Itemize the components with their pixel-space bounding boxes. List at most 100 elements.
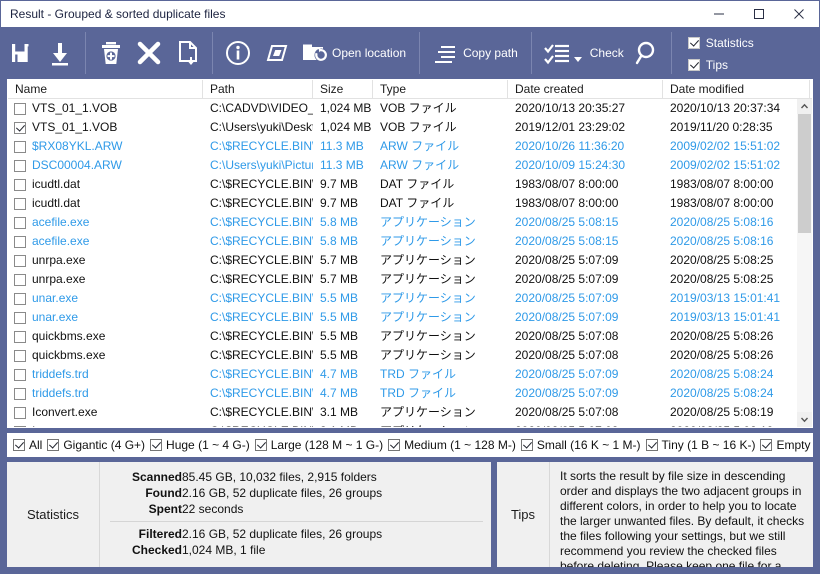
tips-checkbox-icon[interactable]	[687, 59, 700, 71]
column-header-path[interactable]: Path	[203, 80, 313, 99]
cell-name-wrap[interactable]: VTS_01_1.VOB	[8, 99, 203, 118]
cell-name-wrap[interactable]: unar.exe	[8, 308, 203, 327]
filter-huge[interactable]: Huge (1 ~ 4 G-)	[150, 438, 250, 452]
row-checkbox[interactable]	[14, 330, 26, 343]
statistics-toggle[interactable]: Statistics	[687, 36, 754, 50]
cell-name-wrap[interactable]: acefile.exe	[8, 213, 203, 232]
row-checkbox[interactable]	[14, 273, 26, 286]
file-list-body[interactable]: VTS_01_1.VOB C:\CADVD\VIDEO_TS 1,024 MB VOB…	[8, 99, 796, 427]
tips-toggle[interactable]: Tips	[687, 58, 754, 72]
filter-large[interactable]: Large (128 M ~ 1 G-)	[254, 438, 383, 452]
check-button[interactable]	[538, 31, 576, 75]
row-checkbox[interactable]	[14, 197, 26, 210]
column-header-date-created[interactable]: Date created	[508, 80, 663, 99]
cell-name-wrap[interactable]: quickbms.exe	[8, 327, 203, 346]
row-checkbox[interactable]	[14, 121, 26, 134]
minimize-button[interactable]	[699, 1, 739, 27]
table-row[interactable]: quickbms.exe C:\$RECYCLE.BIN\S-1-... 5.5 M…	[8, 327, 796, 346]
open-location-button[interactable]: Open location	[295, 31, 413, 75]
cell-name-wrap[interactable]: triddefs.trd	[8, 365, 203, 384]
cell-name-wrap[interactable]: unrpa.exe	[8, 270, 203, 289]
scroll-up-arrow-icon[interactable]	[797, 99, 812, 114]
maximize-button[interactable]	[739, 1, 779, 27]
cell-name-wrap[interactable]: quickbms.exe	[8, 346, 203, 365]
save-button[interactable]	[3, 31, 41, 75]
chevron-down-icon[interactable]	[573, 56, 582, 62]
table-row[interactable]: acefile.exe C:\$RECYCLE.BIN\S-1-... 5.8 MB…	[8, 232, 796, 251]
vertical-scrollbar[interactable]	[796, 99, 812, 427]
table-row[interactable]: Iconvert.exeC:\$RECYCLE.BIN\S-1-...3.1 M…	[8, 403, 796, 422]
table-row[interactable]: VTS_01_1.VOB C:\Users\yuki\Desktop\... 1,0…	[8, 118, 796, 137]
cell-name-wrap[interactable]: DSC00004.ARW	[8, 156, 203, 175]
filter-small[interactable]: Small (16 K ~ 1 M-)	[520, 438, 641, 452]
cell-name-wrap[interactable]: unar.exe	[8, 289, 203, 308]
scroll-down-arrow-icon[interactable]	[797, 412, 812, 427]
filter-checkbox[interactable]	[254, 439, 267, 451]
row-checkbox[interactable]	[14, 368, 26, 381]
rename-button[interactable]	[257, 31, 295, 75]
download-button[interactable]	[41, 31, 79, 75]
filter-checkbox[interactable]	[388, 439, 401, 451]
row-checkbox[interactable]	[14, 140, 26, 153]
column-header-size[interactable]: Size	[313, 80, 373, 99]
filter-checkbox[interactable]	[47, 439, 60, 451]
cell-name-wrap[interactable]: icudtl.dat	[8, 194, 203, 213]
row-checkbox[interactable]	[14, 254, 26, 267]
column-header-name[interactable]: Name	[8, 80, 203, 99]
cell-name-wrap[interactable]: VTS_01_1.VOB	[8, 118, 203, 137]
cell-name-wrap[interactable]: Iconvert.exe	[8, 422, 203, 427]
row-checkbox[interactable]	[14, 235, 26, 248]
row-checkbox[interactable]	[14, 292, 26, 305]
scrollbar-track[interactable]	[797, 114, 812, 412]
row-checkbox[interactable]	[14, 406, 26, 419]
search-button[interactable]	[627, 31, 665, 75]
recycle-button[interactable]	[92, 31, 130, 75]
table-row[interactable]: VTS_01_1.VOB C:\CADVD\VIDEO_TS 1,024 MB VOB…	[8, 99, 796, 118]
filter-all[interactable]: All	[13, 438, 42, 452]
column-header-type[interactable]: Type	[373, 80, 508, 99]
table-row[interactable]: DSC00004.ARW C:\Users\yuki\Pictures 11.3 M…	[8, 156, 796, 175]
row-checkbox[interactable]	[14, 349, 26, 362]
cell-name-wrap[interactable]: acefile.exe	[8, 232, 203, 251]
move-file-button[interactable]	[168, 31, 206, 75]
table-row[interactable]: quickbms.exe C:\$RECYCLE.BIN\S-1-... 5.5 M…	[8, 346, 796, 365]
table-row[interactable]: unrpa.exe C:\$RECYCLE.BIN\S-1-... 5.7 MB アプ…	[8, 251, 796, 270]
scrollbar-thumb[interactable]	[798, 114, 811, 234]
table-row[interactable]: unar.exe C:\$RECYCLE.BIN\S-1-... 5.5 MB アプリ…	[8, 308, 796, 327]
table-row[interactable]: $RX08YKL.ARW C:\$RECYCLE.BIN\S-1-... 11.3 …	[8, 137, 796, 156]
statistics-checkbox-icon[interactable]	[687, 37, 700, 49]
filter-gigantic[interactable]: Gigantic (4 G+)	[47, 438, 145, 452]
cell-name-wrap[interactable]: triddefs.trd	[8, 384, 203, 403]
row-checkbox[interactable]	[14, 387, 26, 400]
filter-checkbox[interactable]	[13, 439, 25, 451]
close-button[interactable]	[779, 1, 819, 27]
filter-checkbox[interactable]	[520, 439, 533, 451]
copy-path-button[interactable]: Copy path	[426, 31, 525, 75]
cell-name-wrap[interactable]: unrpa.exe	[8, 251, 203, 270]
table-row[interactable]: unrpa.exe C:\$RECYCLE.BIN\S-1-... 5.7 MB アプ…	[8, 270, 796, 289]
filter-empty[interactable]: Empty	[760, 438, 810, 452]
filter-checkbox[interactable]	[760, 439, 773, 451]
info-button[interactable]	[219, 31, 257, 75]
cell-name-wrap[interactable]: Iconvert.exe	[8, 403, 203, 422]
filter-checkbox[interactable]	[150, 439, 163, 451]
filter-checkbox[interactable]	[645, 439, 658, 451]
column-header-date-modified[interactable]: Date modified	[663, 80, 810, 99]
cell-name-wrap[interactable]: icudtl.dat	[8, 175, 203, 194]
table-row[interactable]: triddefs.trd C:\$RECYCLE.BIN\S-1-... 4.7 M…	[8, 384, 796, 403]
row-checkbox[interactable]	[14, 425, 26, 427]
cell-name-wrap[interactable]: $RX08YKL.ARW	[8, 137, 203, 156]
filter-tiny[interactable]: Tiny (1 B ~ 16 K-)	[645, 438, 755, 452]
row-checkbox[interactable]	[14, 159, 26, 172]
table-row[interactable]: acefile.exe C:\$RECYCLE.BIN\S-1-... 5.8 MB…	[8, 213, 796, 232]
row-checkbox[interactable]	[14, 178, 26, 191]
row-checkbox[interactable]	[14, 311, 26, 324]
table-row[interactable]: icudtl.dat C:\$RECYCLE.BIN\S-1-... 9.7 MB D…	[8, 175, 796, 194]
table-row[interactable]: icudtl.dat C:\$RECYCLE.BIN\S-1-... 9.7 MB D…	[8, 194, 796, 213]
table-row[interactable]: Iconvert.exeC:\$RECYCLE.BIN\S-1-...3.1 M…	[8, 422, 796, 427]
table-row[interactable]: triddefs.trd C:\$RECYCLE.BIN\S-1-... 4.7 M…	[8, 365, 796, 384]
row-checkbox[interactable]	[14, 102, 26, 115]
row-checkbox[interactable]	[14, 216, 26, 229]
filter-medium[interactable]: Medium (1 ~ 128 M-)	[388, 438, 516, 452]
table-row[interactable]: unar.exe C:\$RECYCLE.BIN\S-1-... 5.5 MB アプリ…	[8, 289, 796, 308]
